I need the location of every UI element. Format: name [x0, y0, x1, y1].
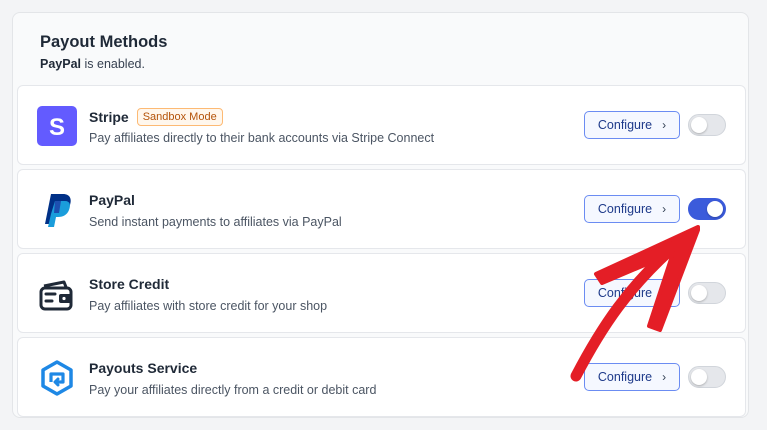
toggle-knob: [691, 369, 707, 385]
method-name-label: Stripe: [89, 109, 129, 125]
payouts-service-enable-toggle[interactable]: [688, 366, 726, 388]
configure-stripe-button[interactable]: Configure ›: [584, 111, 680, 139]
method-name-label: Store Credit: [89, 276, 170, 292]
configure-label: Configure: [597, 370, 653, 384]
method-name-payouts-service: Payouts Service: [89, 360, 197, 376]
payout-method-paypal: PayPal Send instant payments to affiliat…: [17, 169, 746, 249]
method-description-paypal: Send instant payments to affiliates via …: [89, 215, 342, 229]
method-name-label: PayPal: [89, 192, 135, 208]
toggle-knob: [691, 285, 707, 301]
wallet-icon: [37, 274, 77, 314]
sandbox-mode-badge: Sandbox Mode: [136, 108, 223, 126]
paypal-enable-toggle[interactable]: [688, 198, 726, 220]
payout-method-store-credit: Store Credit Pay affiliates with store c…: [17, 253, 746, 333]
svg-text:S: S: [49, 114, 65, 141]
store-credit-enable-toggle[interactable]: [688, 282, 726, 304]
configure-label: Configure: [597, 118, 653, 132]
configure-payouts-service-button[interactable]: Configure ›: [584, 363, 680, 391]
chevron-right-icon: ›: [662, 370, 667, 384]
payout-method-payouts-service: Payouts Service Pay your affiliates dire…: [17, 337, 746, 417]
method-description-store-credit: Pay affiliates with store credit for you…: [89, 299, 328, 313]
method-description-stripe: Pay affiliates directly to their bank ac…: [89, 131, 435, 145]
chevron-right-icon: ›: [662, 202, 667, 216]
paypal-icon: [37, 190, 77, 230]
configure-label: Configure: [597, 286, 653, 300]
page-title: Payout Methods: [40, 33, 168, 51]
stripe-icon: S: [37, 106, 77, 146]
configure-label: Configure: [597, 202, 653, 216]
payouts-service-icon: [37, 358, 77, 398]
toggle-knob: [691, 117, 707, 133]
method-name-stripe: Stripe Sandbox Mode: [89, 108, 223, 126]
enabled-method-name: PayPal: [40, 57, 82, 71]
configure-paypal-button[interactable]: Configure ›: [584, 195, 680, 223]
configure-store-credit-button[interactable]: Configure ›: [584, 279, 680, 307]
enabled-status-suffix: is enabled.: [81, 57, 145, 71]
chevron-right-icon: ›: [662, 118, 667, 132]
method-description-payouts-service: Pay your affiliates directly from a cred…: [89, 383, 377, 397]
method-name-paypal: PayPal: [89, 192, 135, 208]
method-name-store-credit: Store Credit: [89, 276, 169, 292]
chevron-right-icon: ›: [662, 286, 667, 300]
toggle-knob: [707, 201, 723, 217]
method-name-label: Payouts Service: [89, 360, 198, 376]
payout-method-stripe: S Stripe Sandbox Mode Pay affiliates dir…: [17, 85, 746, 165]
stripe-enable-toggle[interactable]: [688, 114, 726, 136]
enabled-status-text: PayPal is enabled.: [40, 57, 145, 71]
